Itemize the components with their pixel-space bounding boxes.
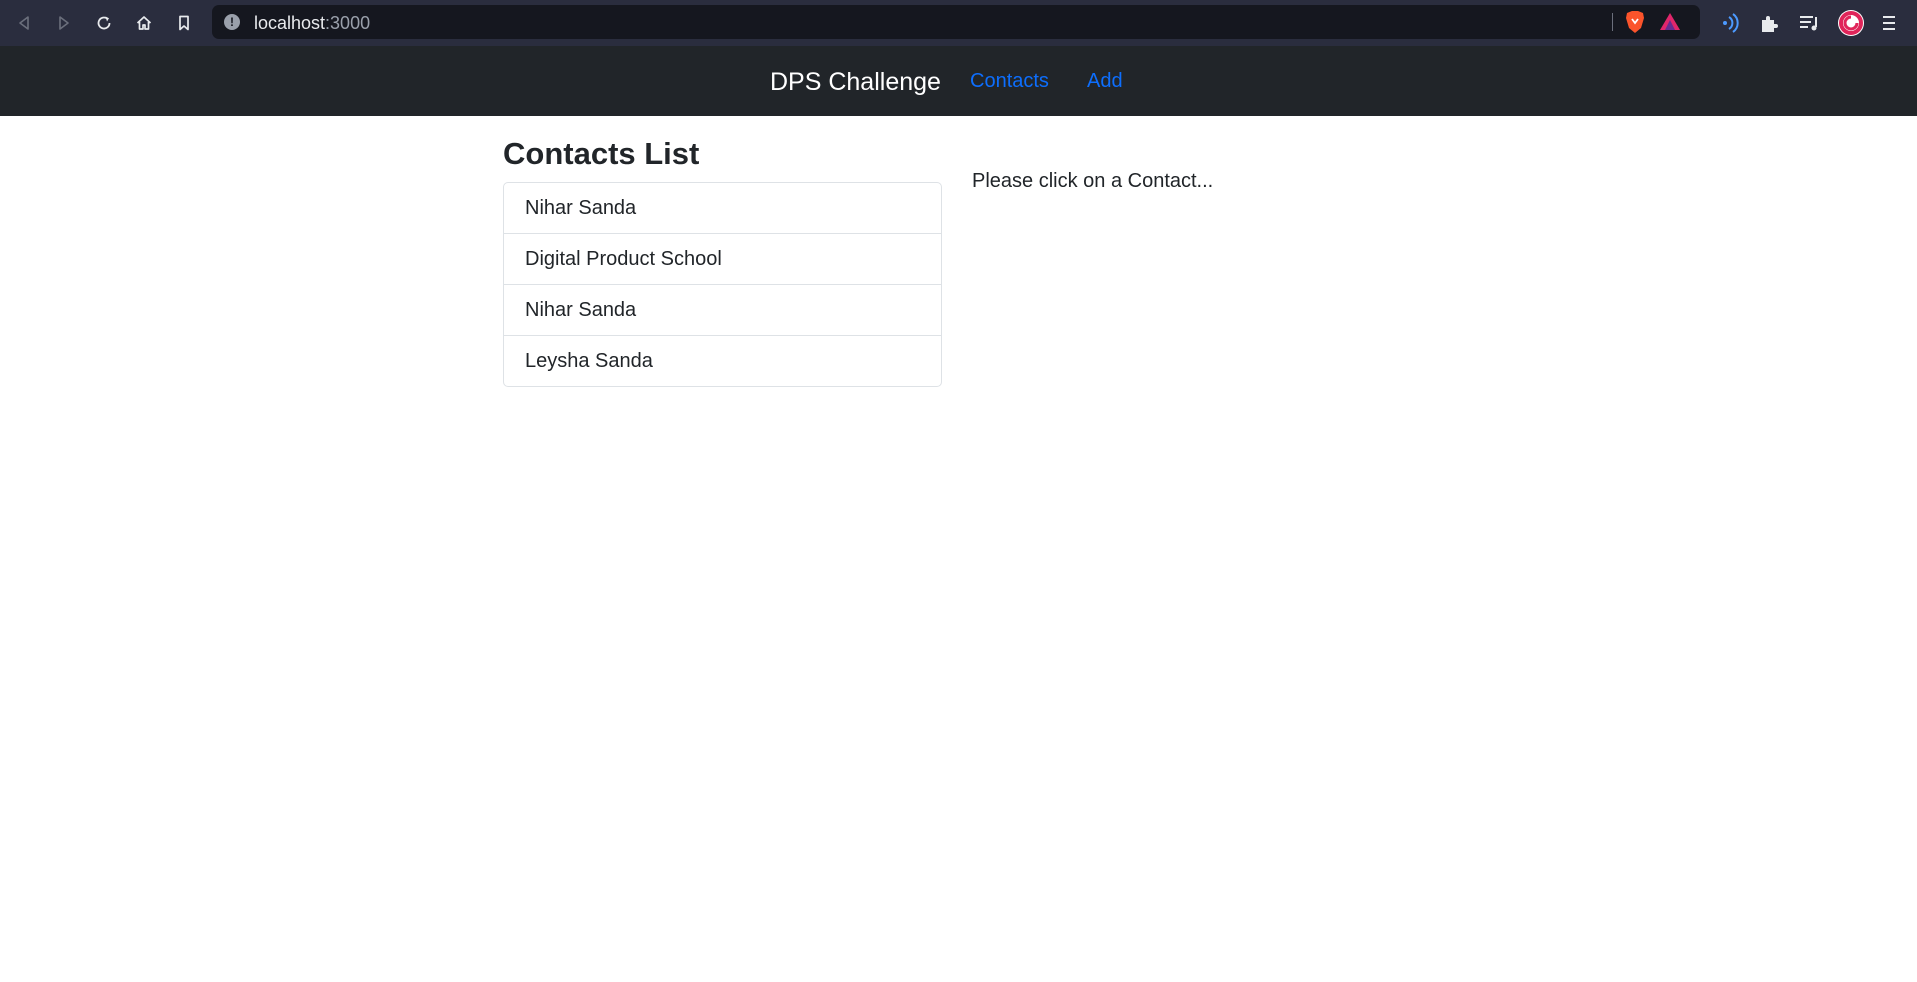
url-port: :3000 (325, 13, 371, 33)
browser-toolbar: ! localhost:3000 (0, 0, 1917, 46)
brave-rewards-icon[interactable] (1657, 9, 1683, 35)
select-contact-hint: Please click on a Contact... (972, 170, 1214, 192)
menu-icon[interactable] (1876, 10, 1902, 36)
page-title: Contacts List (503, 136, 700, 171)
site-info-icon[interactable]: ! (224, 14, 240, 30)
home-icon[interactable] (130, 9, 158, 37)
playlist-icon[interactable] (1796, 10, 1822, 36)
contact-list-item[interactable]: Nihar Sanda (504, 183, 941, 233)
extensions-icon[interactable] (1756, 10, 1782, 36)
forward-icon[interactable] (50, 9, 78, 37)
bookmark-icon[interactable] (170, 9, 198, 37)
profile-icon[interactable] (1836, 8, 1866, 38)
speedreader-icon[interactable] (1716, 10, 1742, 36)
contact-list-item[interactable]: Nihar Sanda (504, 284, 941, 335)
contact-list: Nihar Sanda Digital Product School Nihar… (503, 182, 942, 387)
nav-link-contacts[interactable]: Contacts (970, 70, 1049, 93)
address-bar[interactable]: ! localhost:3000 (212, 5, 1700, 39)
address-bar-divider (1612, 13, 1613, 31)
url-text: localhost:3000 (254, 13, 370, 34)
contact-list-item[interactable]: Leysha Sanda (504, 335, 941, 386)
reload-icon[interactable] (90, 9, 118, 37)
app-navbar: DPS Challenge Contacts Add (0, 46, 1917, 116)
back-icon[interactable] (10, 9, 38, 37)
navbar-brand[interactable]: DPS Challenge (770, 68, 941, 97)
brave-shields-icon[interactable] (1622, 9, 1648, 35)
url-host: localhost (254, 13, 326, 33)
nav-link-add[interactable]: Add (1087, 70, 1123, 93)
contact-list-item[interactable]: Digital Product School (504, 233, 941, 284)
